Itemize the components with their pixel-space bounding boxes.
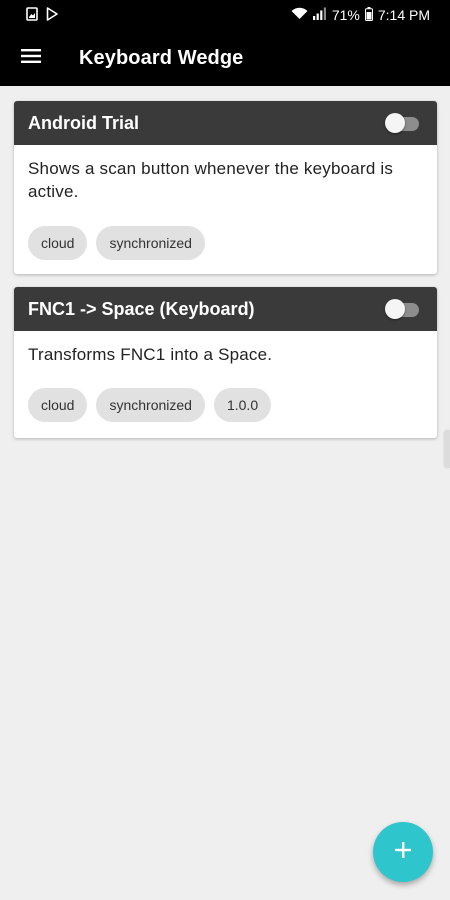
plugin-title: Android Trial: [28, 112, 140, 133]
tag-chip: cloud: [28, 388, 88, 422]
image-notification-icon: [26, 6, 38, 24]
status-bar-right: 71% 7:14 PM: [291, 6, 430, 24]
status-bar-left: [26, 6, 58, 24]
app-bar: Keyboard Wedge: [0, 30, 450, 86]
tag-chip: cloud: [28, 226, 88, 260]
clock: 7:14 PM: [377, 7, 430, 23]
plugin-tags: cloud synchronized: [28, 226, 423, 260]
play-store-notification-icon: [46, 6, 58, 24]
menu-button[interactable]: [0, 30, 62, 86]
version-chip: 1.0.0: [213, 388, 272, 422]
plus-icon: [394, 841, 412, 864]
tag-chip: synchronized: [96, 388, 205, 422]
wifi-icon: [291, 7, 308, 23]
toggle-thumb: [385, 299, 405, 319]
plugin-enable-toggle[interactable]: [385, 298, 421, 320]
plugin-card-fnc1-space[interactable]: FNC1 -> Space (Keyboard) Transforms FNC1…: [14, 287, 437, 438]
battery-icon: [364, 6, 373, 24]
plugin-card-body: Shows a scan button whenever the keyboar…: [14, 145, 437, 274]
plugin-title: FNC1 -> Space (Keyboard): [28, 298, 255, 319]
plugin-enable-toggle[interactable]: [385, 112, 421, 134]
edge-panel-handle[interactable]: [445, 430, 450, 468]
tag-chip: synchronized: [96, 226, 205, 260]
page-title: Keyboard Wedge: [79, 46, 244, 69]
hamburger-menu-icon: [21, 48, 41, 69]
plugin-card-header: FNC1 -> Space (Keyboard): [14, 287, 437, 331]
toggle-thumb: [385, 113, 405, 133]
battery-percentage: 71%: [331, 7, 360, 23]
plugin-card-body: Transforms FNC1 into a Space. cloud sync…: [14, 331, 437, 438]
plugin-card-android-trial[interactable]: Android Trial Shows a scan button whenev…: [14, 101, 437, 274]
add-plugin-button[interactable]: [373, 822, 433, 882]
plugin-tags: cloud synchronized 1.0.0: [28, 388, 423, 422]
plugin-description: Shows a scan button whenever the keyboar…: [28, 159, 394, 201]
signal-icon: [312, 7, 327, 23]
plugin-description: Transforms FNC1 into a Space.: [28, 345, 273, 364]
status-bar: 71% 7:14 PM: [0, 0, 450, 30]
plugin-card-header: Android Trial: [14, 101, 437, 145]
